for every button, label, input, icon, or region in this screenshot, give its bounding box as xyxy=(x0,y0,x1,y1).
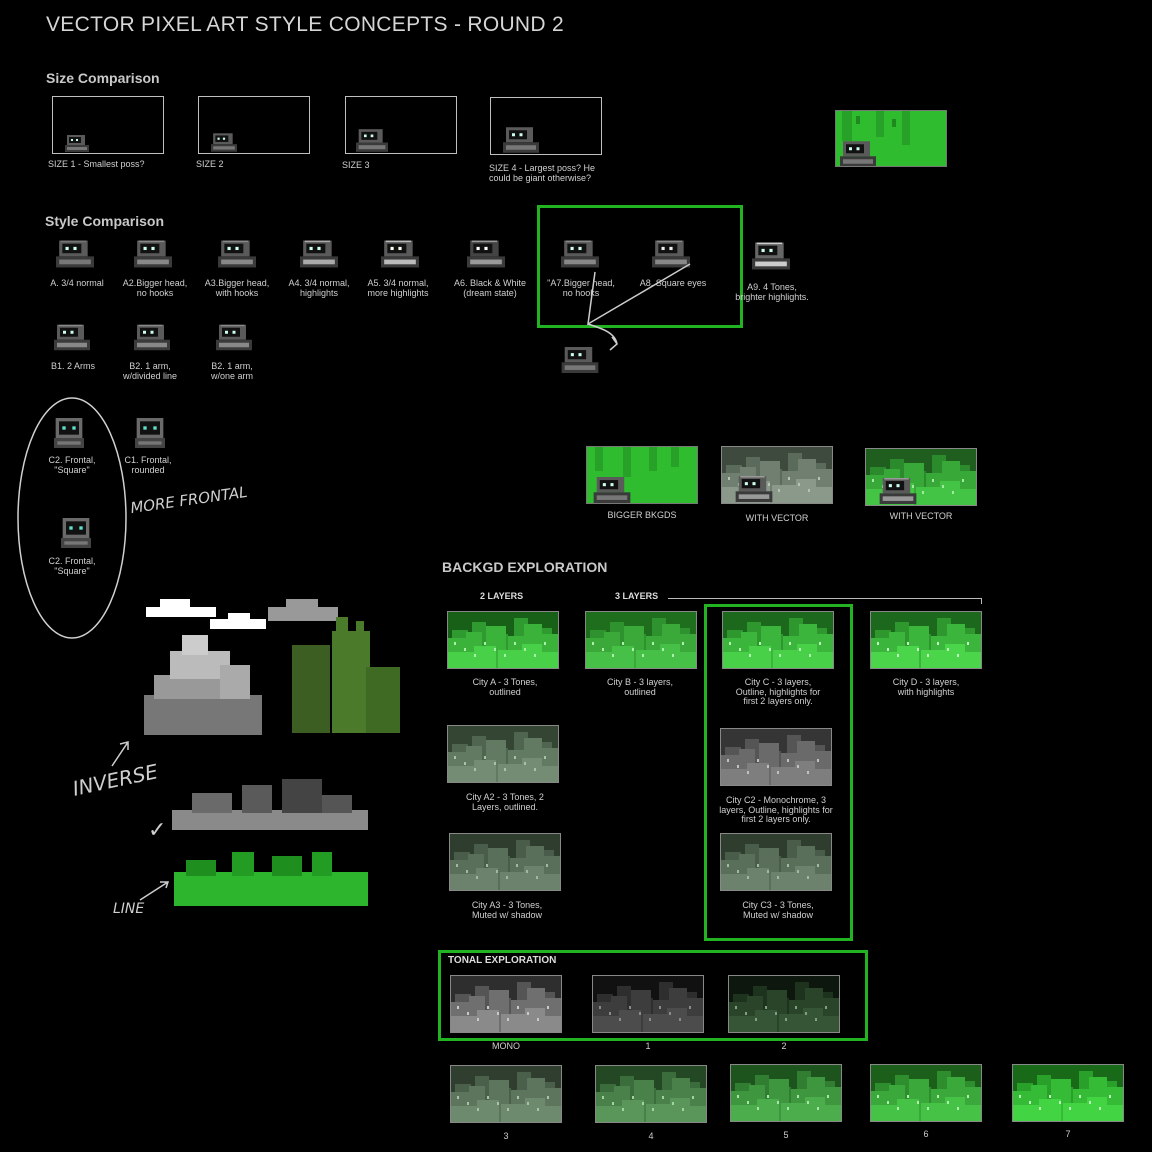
bkgd-preview-green xyxy=(835,110,947,167)
bkgd-bigger xyxy=(586,446,698,504)
city-5-label-line2: Layers, outlined. xyxy=(471,801,539,812)
size-3-frame xyxy=(345,96,457,154)
city-1-label: City A - 3 Tones, outlined xyxy=(449,677,561,697)
city-3-label: City C - 3 layers, Outline, highlights fo… xyxy=(722,677,834,707)
annotation-arrows xyxy=(111,741,170,901)
tonal-label-1: MONO xyxy=(492,1041,520,1051)
city-thumb-1 xyxy=(447,611,559,669)
robot-bkgd-preview xyxy=(840,141,876,166)
robot-style-a9 xyxy=(752,242,790,270)
size-4-frame xyxy=(490,97,602,155)
tonal-label-7: 6 xyxy=(923,1129,929,1139)
size-2-label: SIZE 2 xyxy=(196,159,224,169)
tonal-thumb-2 xyxy=(592,975,704,1033)
robot-style-c2 xyxy=(134,418,166,448)
robot-bigger-bkgd xyxy=(593,477,631,503)
robot-style-a4 xyxy=(300,240,338,268)
cloud-city-sketch xyxy=(144,599,400,735)
bkgd-with-vector-2 xyxy=(865,448,977,506)
tonal-label-8: 7 xyxy=(1065,1129,1071,1139)
robot-with-vector-2 xyxy=(879,478,917,504)
three-layers-rule xyxy=(668,598,982,599)
tonal-label-6: 5 xyxy=(783,1130,789,1140)
robot-style-a3 xyxy=(218,240,256,268)
city-thumb-4 xyxy=(870,611,982,669)
robot-style-b1 xyxy=(54,324,90,351)
robot-style-a6 xyxy=(467,240,505,268)
city-thumb-3 xyxy=(722,611,834,669)
tonal-thumb-6 xyxy=(730,1064,842,1122)
city-thumb-7 xyxy=(449,833,561,891)
robot-size-4 xyxy=(503,127,539,153)
tonal-thumb-3 xyxy=(728,975,840,1033)
style-comparison-heading: Style Comparison xyxy=(45,213,165,229)
annotation-more-frontal: MORE FRONTAL xyxy=(129,482,249,518)
city-1-label-line2: outlined xyxy=(489,686,521,697)
tonal-label-4: 3 xyxy=(503,1131,509,1141)
tonal-thumb-5 xyxy=(595,1065,707,1123)
tonal-label-5: 4 xyxy=(648,1131,654,1141)
city-2-label-line2: outlined xyxy=(624,686,656,697)
robot-with-vector-1 xyxy=(735,476,773,502)
city-5-label: City A2 - 3 Tones, 2 Layers, outlined. xyxy=(449,792,561,812)
robot-style-b2 xyxy=(134,324,170,351)
city-4-label: City D - 3 layers, with highlights xyxy=(870,677,982,697)
label-with-vector-1: WITH VECTOR xyxy=(745,513,809,523)
bkgd-with-vector-1 xyxy=(721,446,833,504)
style-b3-label: B2. 1 arm, w/one arm xyxy=(177,361,287,381)
robot-style-a5 xyxy=(381,240,419,268)
tonal-heading: TONAL EXPLORATION xyxy=(448,955,557,966)
style-a9-label: A9. 4 Tones, brighter highlights. xyxy=(717,282,827,302)
size-4-label-line2: could be giant otherwise? xyxy=(489,172,592,183)
page-title: VECTOR PIXEL ART STYLE CONCEPTS - ROUND … xyxy=(46,13,564,36)
tonal-thumb-8 xyxy=(1012,1064,1124,1122)
city-8-label-line2: Muted w/ shadow xyxy=(742,909,814,920)
city-8-label: City C3 - 3 Tones, Muted w/ shadow xyxy=(722,900,834,920)
line-skyline-sketch xyxy=(174,852,368,906)
city-thumb-5 xyxy=(447,725,559,783)
size-4-label: SIZE 4 - Largest poss? He could be giant… xyxy=(489,163,595,183)
tonal-label-3: 2 xyxy=(781,1041,787,1051)
size-2-frame xyxy=(198,96,310,154)
tonal-thumb-4 xyxy=(450,1065,562,1123)
label-bigger-bkgds: BIGGER BKGDS xyxy=(607,510,677,520)
robot-size-3 xyxy=(356,129,388,152)
size-3-label: SIZE 3 xyxy=(342,160,370,170)
tonal-label-2: 1 xyxy=(645,1041,651,1051)
backgd-heading: BACKGD EXPLORATION xyxy=(442,559,608,575)
style-b3-label-line2: w/one arm xyxy=(210,370,254,381)
arrow-sketch xyxy=(587,263,691,351)
city-6-label-line3: first 2 layers only. xyxy=(741,814,811,824)
city-3-label-line3: first 2 layers only. xyxy=(743,696,813,706)
city-thumb-8 xyxy=(720,833,832,891)
city-7-label: City A3 - 3 Tones, Muted w/ shadow xyxy=(451,900,563,920)
oval-sketch xyxy=(17,397,127,639)
robot-size-1 xyxy=(65,135,89,152)
three-layers-label: 3 LAYERS xyxy=(615,591,659,601)
size-1-frame xyxy=(52,96,164,154)
style-a9-label-line2: brighter highlights. xyxy=(735,291,809,302)
city-2-label: City B - 3 layers, outlined xyxy=(584,677,696,697)
robot-style-a2 xyxy=(134,240,172,268)
city-6-label: City C2 - Monochrome, 3 layers, Outline, … xyxy=(711,795,841,825)
robot-size-2 xyxy=(211,133,237,152)
label-with-vector-2: WITH VECTOR xyxy=(889,511,953,521)
city-7-label-line2: Muted w/ shadow xyxy=(471,909,543,920)
city-thumb-2 xyxy=(585,611,697,669)
inverse-skyline-sketch xyxy=(172,779,368,830)
robot-style-b3 xyxy=(216,324,252,351)
three-layers-tick xyxy=(981,598,982,604)
city-4-label-line2: with highlights xyxy=(897,686,955,697)
city-thumb-6 xyxy=(720,728,832,786)
size-1-label: SIZE 1 - Smallest poss? xyxy=(48,159,145,169)
size-comparison-heading: Size Comparison xyxy=(46,70,160,86)
robot-style-a1 xyxy=(56,240,94,268)
two-layers-label: 2 LAYERS xyxy=(480,591,524,601)
tonal-thumb-1 xyxy=(450,975,562,1033)
tonal-thumb-7 xyxy=(870,1064,982,1122)
